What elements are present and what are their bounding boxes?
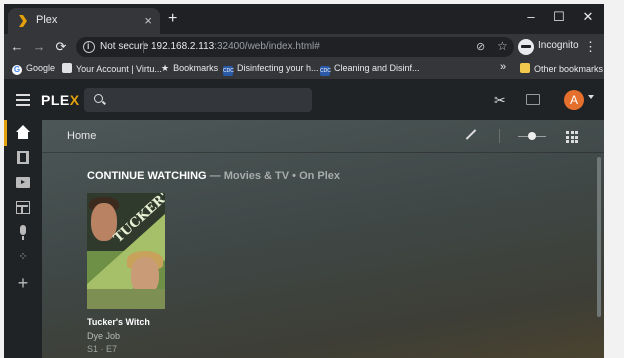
browser-window: Plex × + – ☐ ✕ ← → ⟳ Not secure 192.168.… [4,4,604,358]
other-bookmarks-label: Other bookmarks [534,64,604,74]
microphone-icon[interactable] [15,225,31,241]
hub-icon[interactable]: ⁘ [15,250,31,266]
plex-sidebar: ⁘ + [4,120,42,358]
google-icon: G [12,65,22,75]
bookmarks-overflow-button[interactable]: » [500,61,506,75]
bookmark-label: Google [26,63,56,73]
active-indicator [4,120,7,146]
other-bookmarks[interactable]: Other bookmarks [520,63,603,77]
divider [499,129,500,143]
plex-logo[interactable]: PLEX [41,92,80,108]
document-icon [62,63,72,73]
poster-tuckers-witch[interactable]: TUCKER'S WITCH [87,193,165,309]
scrollbar-thumb[interactable] [597,157,601,317]
url-host: 192.168.2.113 [151,41,215,52]
cdc-icon: CDC [320,66,331,76]
scrollbar[interactable] [596,153,602,358]
bookmark-label: Bookmarks [173,63,219,73]
edit-pencil-icon[interactable] [465,129,477,140]
incognito-label: Incognito [538,40,579,51]
page-title: Home [67,130,97,142]
logo-accent: X [69,92,80,108]
poster-bottom [87,289,165,309]
bookmark-label: Cleaning and Disinf... [334,63,420,73]
back-button[interactable]: ← [10,39,24,54]
browser-menu-icon[interactable]: ⋮ [584,39,597,55]
hamburger-menu-icon[interactable] [16,94,30,106]
slider-handle[interactable] [528,132,536,140]
movies-icon[interactable] [15,150,31,166]
user-avatar[interactable]: A [564,90,584,110]
url-path: :32400/web/index.html# [214,41,320,52]
library-icon[interactable] [15,200,31,216]
security-label: Not secure [100,41,149,52]
omnibox-divider [143,41,144,53]
main-content: Home CONTINUE WATCHING — Movies & TV • O… [42,120,604,358]
tab-plex[interactable]: Plex × [8,8,160,34]
bookmark-item[interactable]: CDC Cleaning and Disinf... [320,63,420,77]
bookmark-label: Disinfecting your h... [237,63,319,73]
home-icon[interactable] [15,125,31,141]
bookmarks-bar: G Google Your Account | Virtu... ★ Bookmar… [4,60,604,80]
cdc-icon: CDC [223,66,234,76]
add-icon[interactable]: + [15,274,31,292]
bookmark-star-icon[interactable]: ☆ [497,39,508,53]
plex-favicon-icon [19,15,27,27]
info-icon[interactable] [83,41,95,53]
tab-close-icon[interactable]: × [144,13,152,28]
reload-button[interactable]: ⟳ [54,39,68,55]
logo-text: PLE [41,92,70,108]
bookmark-label: Your Account | Virtu... [76,64,162,74]
folder-icon [520,63,530,73]
grid-view-icon[interactable] [566,131,578,143]
tab-title: Plex [36,14,58,26]
sub-header: Home [42,120,604,153]
bookmark-item[interactable]: CDC Disinfecting your h... [223,63,319,77]
new-tab-button[interactable]: + [168,10,177,28]
address-bar[interactable]: Not secure 192.168.2.113:32400/web/index… [76,37,514,57]
close-window-button[interactable]: ✕ [578,9,598,25]
tab-strip: Plex × + – ☐ ✕ [4,4,604,34]
section-header[interactable]: CONTINUE WATCHING — Movies & TV • On Ple… [87,170,340,182]
settings-tools-icon[interactable]: ✂ [494,92,506,109]
eye-off-icon[interactable]: ⊘ [476,40,485,53]
incognito-icon [518,39,534,55]
bookmark-item[interactable]: ★ Bookmarks [161,63,218,77]
minimize-button[interactable]: – [521,9,541,24]
browser-toolbar: ← → ⟳ Not secure 192.168.2.113:32400/web… [4,34,604,60]
url-text[interactable]: 192.168.2.113:32400/web/index.html# [151,41,320,52]
bookmark-item[interactable]: Your Account | Virtu... [62,63,162,77]
item-title[interactable]: Tucker's Witch [87,317,150,327]
cast-icon[interactable] [526,94,540,105]
chevron-down-icon[interactable] [588,95,594,99]
forward-button[interactable]: → [32,39,46,54]
section-subtitle: — Movies & TV • On Plex [209,170,341,182]
plex-top-bar: PLEX ✂ A [4,80,604,120]
item-episode-number: S1 · E7 [87,344,118,354]
search-icon [94,94,103,103]
maximize-button[interactable]: ☐ [549,9,569,25]
tv-shows-icon[interactable] [15,175,31,191]
section-title: CONTINUE WATCHING [87,170,207,182]
bookmark-item[interactable]: G Google [12,63,55,77]
item-episode-title[interactable]: Dye Job [87,331,120,341]
star-icon: ★ [161,63,170,73]
search-input[interactable] [84,88,312,112]
